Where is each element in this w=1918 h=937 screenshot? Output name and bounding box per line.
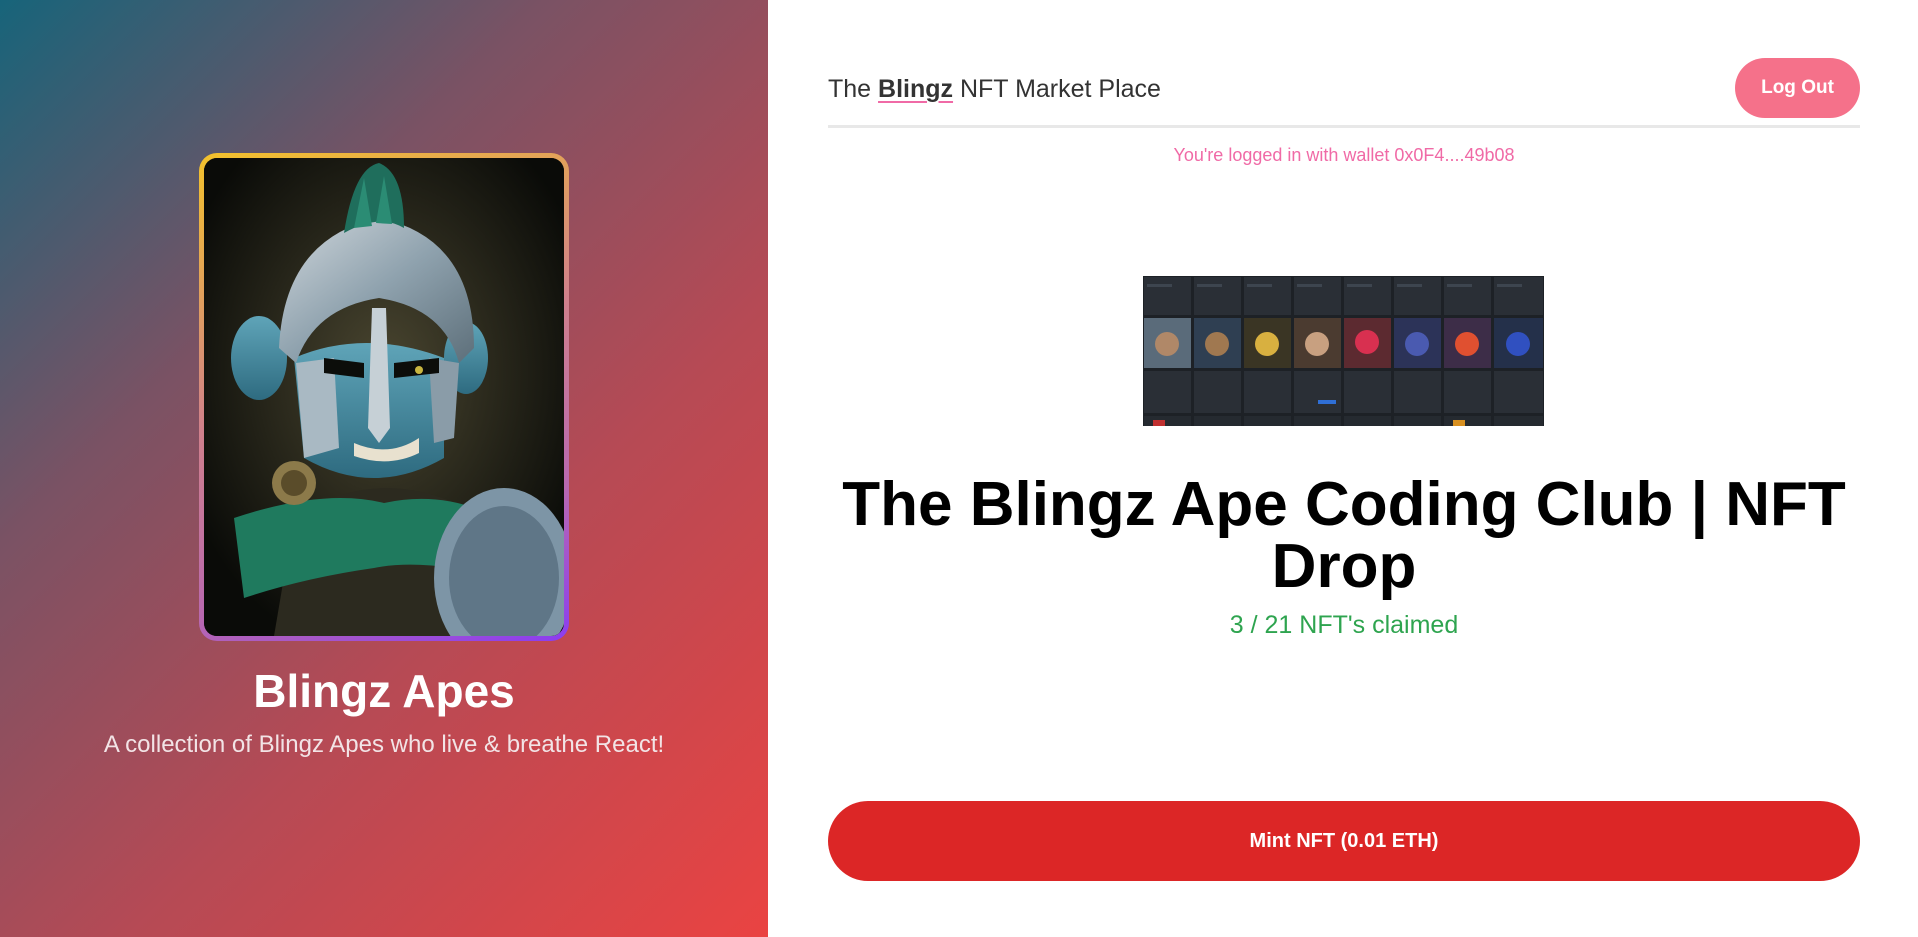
- brand-suffix: NFT Market Place: [953, 75, 1161, 103]
- collection-description: A collection of Blingz Apes who live & b…: [103, 731, 665, 758]
- nft-image: [204, 158, 564, 636]
- marketplace-grid-preview: [1143, 276, 1544, 426]
- brand-prefix: The: [828, 75, 879, 103]
- header: The Blingz NFT Market Place Log Out: [828, 58, 1860, 128]
- mint-panel: The Blingz NFT Market Place Log Out You'…: [768, 0, 1918, 937]
- collection-title: Blingz Apes: [253, 665, 515, 717]
- drop-title: The Blingz Ape Coding Club | NFT Drop: [842, 470, 1846, 601]
- brand-title[interactable]: The Blingz NFT Market Place: [828, 75, 1161, 104]
- mint-nft-button[interactable]: Mint NFT (0.01 ETH): [828, 801, 1860, 881]
- nft-image-frame: [199, 153, 569, 641]
- nft-collection-preview-image: [1143, 276, 1544, 426]
- collection-panel: Blingz Apes A collection of Blingz Apes …: [0, 0, 768, 937]
- ape-warrior-illustration: [204, 158, 564, 636]
- wallet-status: You're logged in with wallet 0x0F4....49…: [1173, 145, 1515, 165]
- claimed-count: 3 / 21 NFT's claimed: [1229, 611, 1459, 639]
- logout-button[interactable]: Log Out: [1735, 58, 1860, 118]
- brand-highlight: Blingz: [878, 75, 954, 103]
